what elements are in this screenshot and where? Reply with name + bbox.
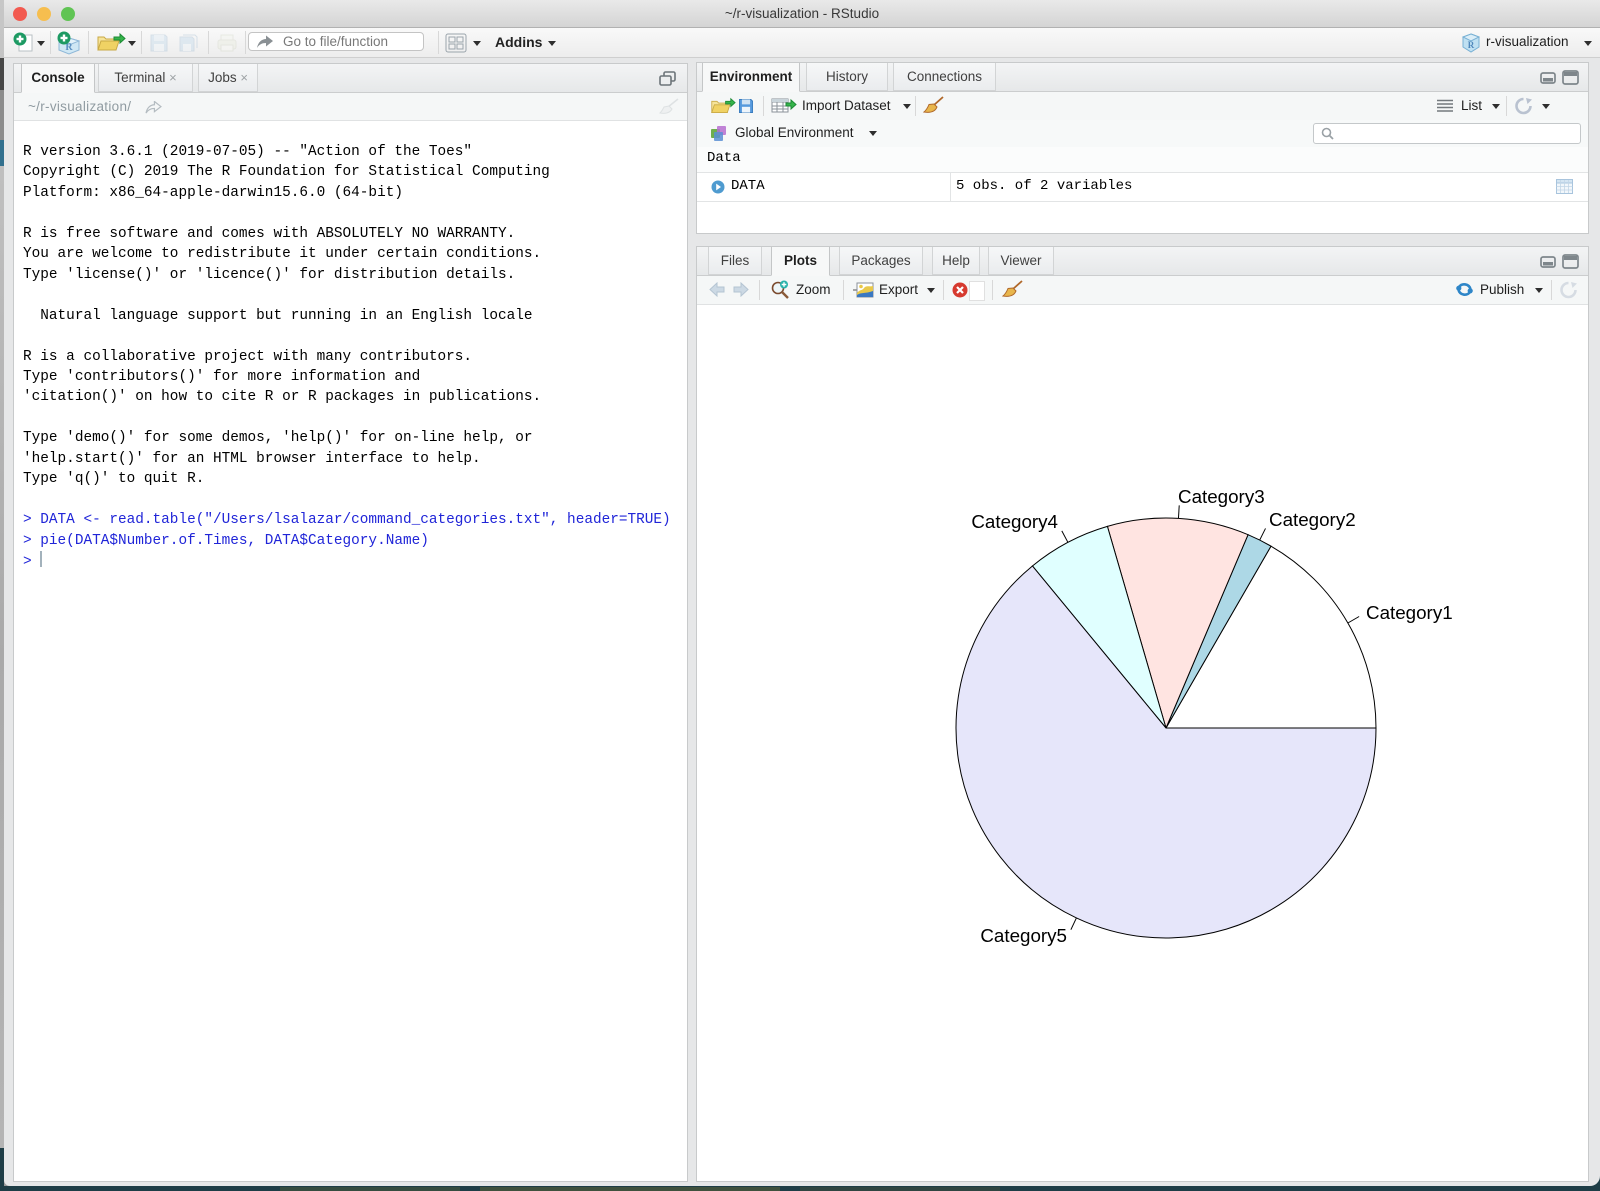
svg-text:Category5: Category5 xyxy=(980,925,1067,946)
svg-text:Category3: Category3 xyxy=(1178,486,1265,507)
svg-text:Category2: Category2 xyxy=(1269,509,1356,530)
svg-text:Category4: Category4 xyxy=(971,511,1058,532)
svg-text:Category1: Category1 xyxy=(1366,602,1453,623)
svg-text:R: R xyxy=(1468,40,1475,50)
